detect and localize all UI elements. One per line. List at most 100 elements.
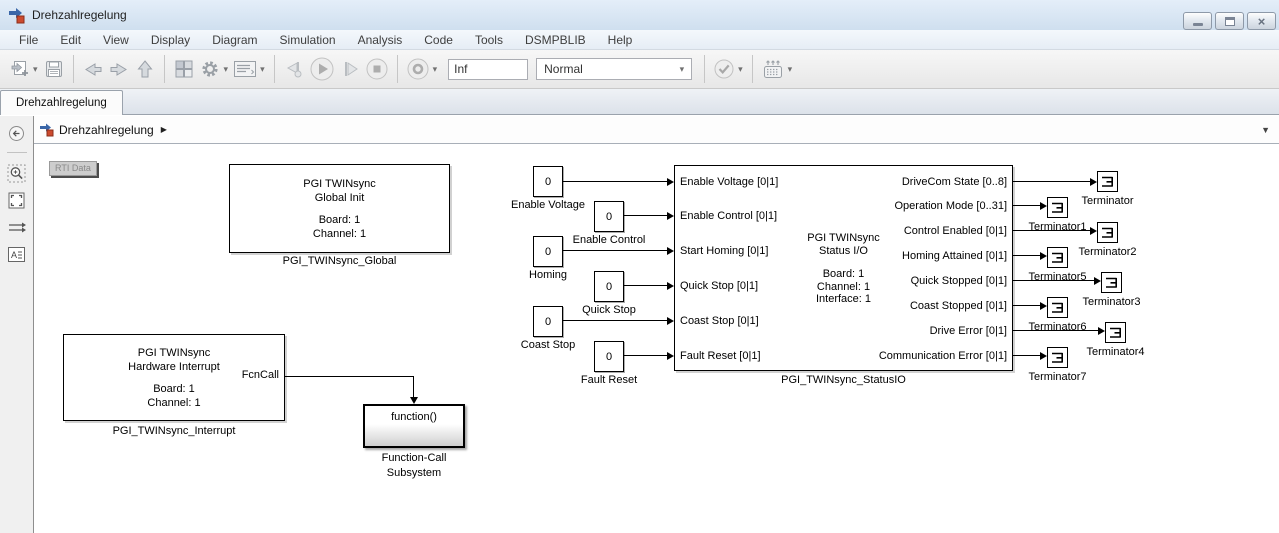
tab-bar: Drehzahlregelung (0, 89, 1279, 115)
signal-wire[interactable] (563, 181, 667, 182)
signal-wire[interactable] (1013, 205, 1041, 206)
breadcrumb-arrow-icon[interactable]: ▶ (161, 125, 167, 134)
output-port-label: DriveCom State [0..8] (902, 176, 1007, 189)
menu-simulation[interactable]: Simulation (269, 33, 347, 47)
new-model-button[interactable] (6, 55, 32, 83)
step-back-button[interactable] (281, 55, 307, 83)
simulation-mode-caret-icon: ▾ (680, 64, 685, 75)
model-configuration-button[interactable] (231, 55, 259, 83)
breadcrumb-dropdown-icon[interactable]: ▼ (1261, 125, 1270, 135)
toolbar-separator (274, 55, 275, 83)
constant-block[interactable]: 0 (533, 166, 563, 197)
function-call-subsystem-block[interactable]: function() (363, 404, 465, 448)
constant-label: Enable Voltage (488, 199, 608, 212)
keypad-control-button[interactable] (759, 55, 787, 83)
minimize-button[interactable] (1183, 12, 1212, 30)
constant-block[interactable]: 0 (533, 306, 563, 337)
breadcrumb-root[interactable]: Drehzahlregelung (59, 123, 154, 137)
model-configuration-caret-icon[interactable]: ▾ (260, 64, 265, 75)
status-io-block[interactable]: Enable Voltage [0|1] Enable Control [0|1… (674, 165, 1013, 371)
navigate-back-button[interactable] (80, 55, 106, 83)
menu-view[interactable]: View (92, 33, 140, 47)
step-forward-button[interactable] (337, 55, 363, 83)
wire-arrowhead (1090, 178, 1097, 186)
terminator-block[interactable] (1097, 171, 1118, 192)
terminator-block[interactable] (1047, 247, 1068, 268)
rti-data-block[interactable]: RTI Data (49, 161, 97, 176)
update-diagram-button[interactable] (711, 55, 737, 83)
block-name-line: Subsystem (313, 466, 515, 481)
stop-button[interactable] (363, 55, 391, 83)
signal-routing-button[interactable] (5, 216, 29, 238)
menu-dsmpblib[interactable]: DSMPBLIB (514, 33, 597, 47)
library-browser-button[interactable] (171, 55, 197, 83)
zoom-tool-button[interactable] (5, 162, 29, 184)
tab-drehzahlregelung[interactable]: Drehzahlregelung (0, 90, 123, 115)
model-settings-button[interactable] (197, 55, 223, 83)
navigate-forward-button[interactable] (106, 55, 132, 83)
record-button[interactable] (404, 55, 432, 83)
signal-wire[interactable] (1013, 305, 1041, 306)
model-canvas[interactable]: RTI Data PGI TWINsync Global Init Board:… (34, 144, 1279, 533)
menu-analysis[interactable]: Analysis (347, 33, 414, 47)
restore-button[interactable] (1215, 12, 1244, 30)
constant-block[interactable]: 0 (594, 201, 624, 232)
terminator-block[interactable] (1047, 197, 1068, 218)
simulation-mode-value: Normal (544, 62, 583, 76)
terminator-block[interactable] (1047, 347, 1068, 368)
signal-wire[interactable] (1013, 181, 1091, 182)
global-init-block[interactable]: PGI TWINsync Global Init Board: 1 Channe… (229, 164, 450, 253)
record-caret-icon[interactable]: ▾ (433, 64, 438, 75)
signal-wire[interactable] (285, 376, 414, 377)
constant-label: Quick Stop (549, 304, 669, 317)
simulink-model-icon (8, 7, 25, 24)
signal-wire[interactable] (413, 376, 414, 398)
signal-wire[interactable] (624, 285, 667, 286)
close-button[interactable]: × (1247, 12, 1276, 30)
annotation-tool-button[interactable]: A (5, 243, 29, 265)
simulation-mode-select[interactable]: Normal ▾ (536, 58, 692, 80)
new-model-caret-icon[interactable]: ▾ (33, 64, 38, 75)
run-button[interactable] (307, 55, 337, 83)
window-title: Drehzahlregelung (32, 8, 127, 22)
terminator-block[interactable] (1101, 272, 1122, 293)
menu-file[interactable]: File (8, 33, 49, 47)
save-button[interactable] (41, 55, 67, 83)
signal-wire[interactable] (624, 355, 667, 356)
menu-help[interactable]: Help (597, 33, 644, 47)
terminator-block[interactable] (1105, 322, 1126, 343)
signal-wire[interactable] (563, 320, 667, 321)
constant-label: Homing (488, 269, 608, 282)
signal-wire[interactable] (563, 250, 667, 251)
menu-tools[interactable]: Tools (464, 33, 514, 47)
constant-block[interactable]: 0 (594, 341, 624, 372)
constant-block[interactable]: 0 (594, 271, 624, 302)
constant-block[interactable]: 0 (533, 236, 563, 267)
signal-wire[interactable] (1013, 255, 1041, 256)
forward-arrow-icon (108, 61, 130, 78)
terminator-block[interactable] (1097, 222, 1118, 243)
signal-wire[interactable] (1013, 355, 1041, 356)
block-text: PGI TWINsync (230, 177, 449, 191)
block-text: function() (365, 410, 463, 424)
explorer-bar-toggle-button[interactable] (5, 122, 29, 144)
menu-code[interactable]: Code (413, 33, 464, 47)
signal-wire[interactable] (624, 215, 667, 216)
fit-to-view-button[interactable] (5, 189, 29, 211)
block-name-line: Function-Call (313, 451, 515, 466)
title-bar: Drehzahlregelung × (0, 0, 1279, 30)
wire-arrowhead (667, 317, 674, 325)
stop-time-input[interactable] (448, 59, 528, 80)
menu-diagram[interactable]: Diagram (201, 33, 268, 47)
block-text: Channel: 1 (64, 396, 284, 410)
step-forward-icon (339, 59, 361, 79)
breadcrumb: Drehzahlregelung ▶ ▼ (34, 116, 1279, 144)
menu-edit[interactable]: Edit (49, 33, 92, 47)
keypad-control-caret-icon[interactable]: ▾ (788, 64, 793, 75)
hardware-interrupt-block[interactable]: PGI TWINsync Hardware Interrupt Board: 1… (63, 334, 285, 421)
navigate-up-button[interactable] (132, 55, 158, 83)
terminator-block[interactable] (1047, 297, 1068, 318)
model-settings-caret-icon[interactable]: ▾ (224, 64, 229, 75)
menu-display[interactable]: Display (140, 33, 201, 47)
update-diagram-caret-icon[interactable]: ▾ (738, 64, 743, 75)
